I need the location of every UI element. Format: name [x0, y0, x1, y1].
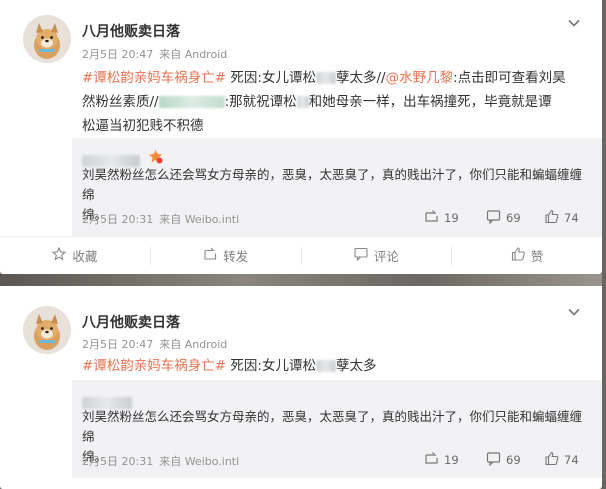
quoted-comment: 刘昊然粉丝怎么还会骂女方母亲的，恶臭，太恶臭了，真的贱出汁了，你们只能和蝙蝠缠缠… — [72, 138, 602, 236]
background-edge — [602, 0, 606, 489]
blurred-text — [315, 360, 336, 372]
post-body: #谭松韵亲妈车祸身亡# 死因:女儿谭松 孽太多//@水野几黎:点击即可查看刘昊 然… — [82, 66, 582, 138]
repost-icon — [424, 209, 439, 227]
author-name[interactable]: 八月他贩卖日落 — [82, 312, 180, 332]
post-text: 死因:女儿谭松 — [226, 358, 316, 374]
post-body: #谭松韵亲妈车祸身亡# 死因:女儿谭松 孽太多 — [82, 354, 582, 378]
comment-icon — [486, 451, 501, 469]
like-count: 74 — [564, 453, 579, 467]
quoted-comment: 刘昊然粉丝怎么还会骂女方母亲的，恶臭，太恶臭了，真的贱出汁了，你们只能和蝙蝠缠缠… — [72, 380, 602, 478]
repost-label: 转发 — [223, 249, 249, 264]
comment-actions: 19 69 74 — [424, 209, 582, 227]
blurred-text — [315, 72, 336, 84]
comment-button[interactable]: 评论 — [302, 237, 452, 274]
post-action-bar: 收藏 转发 评论 赞 — [0, 236, 602, 274]
post-source: 来自 Android — [159, 338, 228, 351]
mention-link[interactable]: @水野几黎 — [386, 70, 454, 86]
blurred-text — [296, 96, 309, 108]
post-time[interactable]: 2月5日 20:47 — [82, 48, 153, 61]
star-icon — [51, 246, 67, 264]
repost-button[interactable]: 转发 — [151, 237, 301, 274]
comment-time[interactable]: 2月5日 20:31 — [82, 455, 153, 468]
post-text: 孽太多 — [335, 358, 377, 374]
comment-like-button[interactable]: 74 — [544, 209, 582, 227]
repost-icon — [424, 451, 439, 469]
author-name[interactable]: 八月他贩卖日落 — [82, 21, 180, 41]
comment-text-line: 刘昊然粉丝怎么还会骂女方母亲的，恶臭，太恶臭了，真的贱出汁了，你们只能和蝙蝠缠缠… — [82, 409, 583, 444]
comment-count: 69 — [506, 453, 521, 467]
topic-link[interactable]: #谭松韵亲妈车祸身亡# — [82, 358, 226, 374]
comment-user[interactable] — [82, 392, 132, 409]
blurred-mention[interactable] — [158, 96, 225, 108]
post-meta: 2月5日 20:47 来自 Android — [82, 336, 233, 352]
post-text: :那就祝谭松 — [224, 94, 297, 110]
comment-meta: 2月5日 20:31 来自 Weibo.intl — [82, 211, 245, 227]
weibo-post-card: 八月他贩卖日落 2月5日 20:47 来自 Android #谭松韵亲妈车祸身亡#… — [0, 0, 602, 274]
comment-time[interactable]: 2月5日 20:31 — [82, 213, 153, 226]
repost-count: 19 — [444, 211, 459, 225]
post-text: 孽太多// — [335, 70, 386, 86]
post-meta: 2月5日 20:47 来自 Android — [82, 46, 233, 62]
comment-user[interactable] — [82, 150, 163, 167]
post-text: 死因:女儿谭松 — [226, 70, 316, 86]
repost-icon — [203, 247, 217, 264]
chevron-down-icon[interactable] — [566, 15, 582, 31]
post-text: 松逼当初犯贱不积德 — [82, 118, 204, 134]
comment-icon — [354, 247, 368, 264]
post-text: 和她母亲一样，出车祸撞死，毕竟就是谭 — [308, 94, 552, 110]
comment-source: 来自 Weibo.intl — [159, 213, 240, 226]
post-time[interactable]: 2月5日 20:47 — [82, 338, 153, 351]
favorite-button[interactable]: 收藏 — [0, 237, 150, 274]
comment-source: 来自 Weibo.intl — [159, 455, 240, 468]
comment-repost-button[interactable]: 19 — [424, 209, 486, 227]
comment-count: 69 — [506, 211, 521, 225]
comment-repost-button[interactable]: 19 — [424, 451, 486, 469]
like-icon — [511, 247, 525, 264]
like-icon — [544, 209, 559, 227]
post-text: :点击即可查看刘昊 — [453, 70, 566, 86]
repost-count: 19 — [444, 453, 459, 467]
comment-actions: 19 69 74 — [424, 451, 582, 469]
like-label: 赞 — [530, 249, 544, 264]
chevron-down-icon[interactable] — [566, 304, 582, 320]
like-icon — [544, 451, 559, 469]
vip-badge-icon — [148, 149, 163, 164]
avatar[interactable] — [23, 306, 71, 354]
like-button[interactable]: 赞 — [452, 237, 602, 274]
comment-meta: 2月5日 20:31 来自 Weibo.intl — [82, 453, 245, 469]
comment-label: 评论 — [373, 249, 399, 264]
comment-text-line: 刘昊然粉丝怎么还会骂女方母亲的，恶臭，太恶臭了，真的贱出汁了，你们只能和蝙蝠缠缠… — [82, 167, 583, 202]
comment-like-button[interactable]: 74 — [544, 451, 582, 469]
comment-comment-button[interactable]: 69 — [486, 209, 544, 227]
post-text: 然粉丝素质// — [82, 94, 159, 110]
weibo-post-card: 八月他贩卖日落 2月5日 20:47 来自 Android #谭松韵亲妈车祸身亡#… — [0, 286, 602, 489]
comment-comment-button[interactable]: 69 — [486, 451, 544, 469]
avatar[interactable] — [23, 15, 71, 63]
post-source: 来自 Android — [159, 48, 228, 61]
background-strip — [0, 274, 606, 286]
favorite-label: 收藏 — [72, 249, 98, 264]
like-count: 74 — [564, 211, 579, 225]
comment-icon — [486, 209, 501, 227]
topic-link[interactable]: #谭松韵亲妈车祸身亡# — [82, 70, 226, 86]
